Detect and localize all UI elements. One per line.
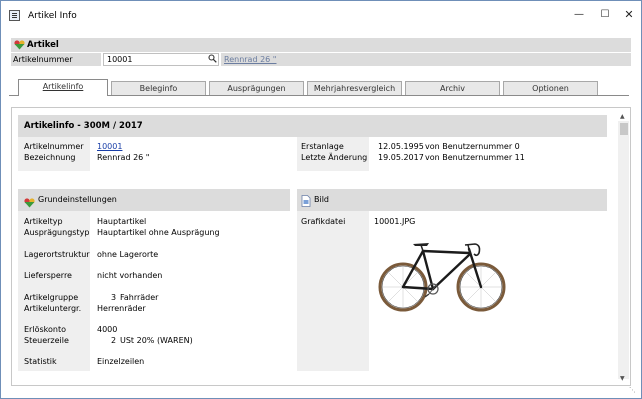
info-artikelnummer-link[interactable]: 10001 xyxy=(97,142,122,151)
aenderung-by: von Benutzernummer 11 xyxy=(425,153,525,162)
artikel-bar: Artikel xyxy=(11,38,631,52)
aenderung-label: Letzte Änderung xyxy=(301,153,368,162)
artikel-name-link[interactable]: Rennrad 26 " xyxy=(224,55,276,64)
lagerortstruktur-value: ohne Lagerorte xyxy=(97,250,159,259)
window-icon xyxy=(9,10,20,21)
artikeluntergr-label: Artikeluntergr. xyxy=(24,304,82,313)
info-bezeichnung-label: Bezeichnung xyxy=(24,153,76,162)
artikelnummer-label-cell: Artikelnummer xyxy=(11,53,101,66)
artikelnummer-label: Artikelnummer xyxy=(13,55,73,64)
tab-optionen[interactable]: Optionen xyxy=(503,81,598,95)
scroll-down-icon[interactable]: ▼ xyxy=(620,375,625,382)
bild-title: Bild xyxy=(314,195,330,204)
artikeltyp-label: Artikeltyp xyxy=(24,217,63,226)
artikelgruppe-value: Fahrräder xyxy=(120,293,159,302)
artikelnummer-value: 10001 xyxy=(107,55,133,64)
info-header-title: Artikelinfo - 300M / 2017 xyxy=(24,121,143,131)
steuerzeile-label: Steuerzeile xyxy=(24,336,69,345)
tab-auspraegungen[interactable]: Ausprägungen xyxy=(209,81,304,95)
statistik-value: Einzelzeilen xyxy=(97,357,145,366)
artikelgruppe-number: 3 xyxy=(111,293,117,302)
artikel-info-window: Artikel Info — ☐ ✕ Artikel Artikelnummer… xyxy=(0,0,642,399)
tab-label: Mehrjahresvergleich xyxy=(313,84,396,93)
erstanlage-by: von Benutzernummer 0 xyxy=(425,142,520,151)
bicycle-image xyxy=(377,231,509,317)
bild-labels-bg xyxy=(297,211,369,371)
erloeskonto-value: 4000 xyxy=(97,325,118,334)
liefersperre-value: nicht vorhanden xyxy=(97,271,163,280)
tab-archiv[interactable]: Archiv xyxy=(405,81,500,95)
tab-label: Optionen xyxy=(532,84,569,93)
scroll-up-icon[interactable]: ▲ xyxy=(620,113,625,120)
grafikdatei-label: Grafikdatei xyxy=(301,217,346,226)
heart-icon xyxy=(14,40,25,53)
search-icon[interactable] xyxy=(208,54,217,66)
artikelgruppe-label: Artikelgruppe xyxy=(24,293,79,302)
tab-artikelinfo[interactable]: Artikelinfo xyxy=(18,79,108,96)
aenderung-date: 19.05.2017 xyxy=(378,153,424,162)
artikeltyp-value: Hauptartikel xyxy=(97,217,147,226)
artikeluntergr-value: Herrenräder xyxy=(97,304,146,313)
grundeinstellungen-header: Grundeinstellungen xyxy=(18,189,290,211)
artikelnummer-input[interactable]: 10001 xyxy=(103,53,219,66)
resize-grip-icon[interactable]: ⋱ xyxy=(629,387,636,394)
artikel-name-cell: Rennrad 26 " xyxy=(221,53,631,66)
bild-header: Bild xyxy=(297,189,607,211)
erstanlage-label: Erstanlage xyxy=(301,142,344,151)
auspraegungstyp-value: Hauptartikel ohne Ausprägung xyxy=(97,228,220,237)
artikel-bar-label: Artikel xyxy=(27,40,59,50)
statistik-label: Statistik xyxy=(24,357,57,366)
grafikdatei-value: 10001.JPG xyxy=(374,217,416,226)
info-header: Artikelinfo - 300M / 2017 xyxy=(18,115,607,137)
tab-label: Beleginfo xyxy=(139,84,178,93)
tab-label: Ausprägungen xyxy=(227,84,286,93)
grundeinstellungen-title: Grundeinstellungen xyxy=(38,195,117,204)
lagerortstruktur-label: Lagerortstruktur xyxy=(24,250,90,259)
scrollbar-thumb[interactable] xyxy=(620,123,628,135)
minimize-button[interactable]: — xyxy=(571,8,587,22)
tab-beleginfo[interactable]: Beleginfo xyxy=(111,81,206,95)
info-artikelnummer-label: Artikelnummer xyxy=(24,142,84,151)
title-bar: Artikel Info — ☐ ✕ xyxy=(1,1,641,31)
erloeskonto-label: Erlöskonto xyxy=(24,325,66,334)
info-bezeichnung-value: Rennrad 26 " xyxy=(97,153,150,162)
erstanlage-date: 12.05.1995 xyxy=(378,142,424,151)
liefersperre-label: Liefersperre xyxy=(24,271,72,280)
tab-label: Archiv xyxy=(439,84,465,93)
maximize-button[interactable]: ☐ xyxy=(597,8,613,22)
tab-mehrjahresvergleich[interactable]: Mehrjahresvergleich xyxy=(307,81,402,95)
steuerzeile-value: USt 20% (WAREN) xyxy=(120,336,193,345)
auspraegungstyp-label: Ausprägungstyp xyxy=(24,228,90,237)
tab-label: Artikelinfo xyxy=(42,82,84,91)
steuerzeile-number: 2 xyxy=(111,336,117,345)
window-title: Artikel Info xyxy=(28,11,77,21)
close-button[interactable]: ✕ xyxy=(621,8,637,22)
vertical-scrollbar[interactable] xyxy=(618,121,629,379)
